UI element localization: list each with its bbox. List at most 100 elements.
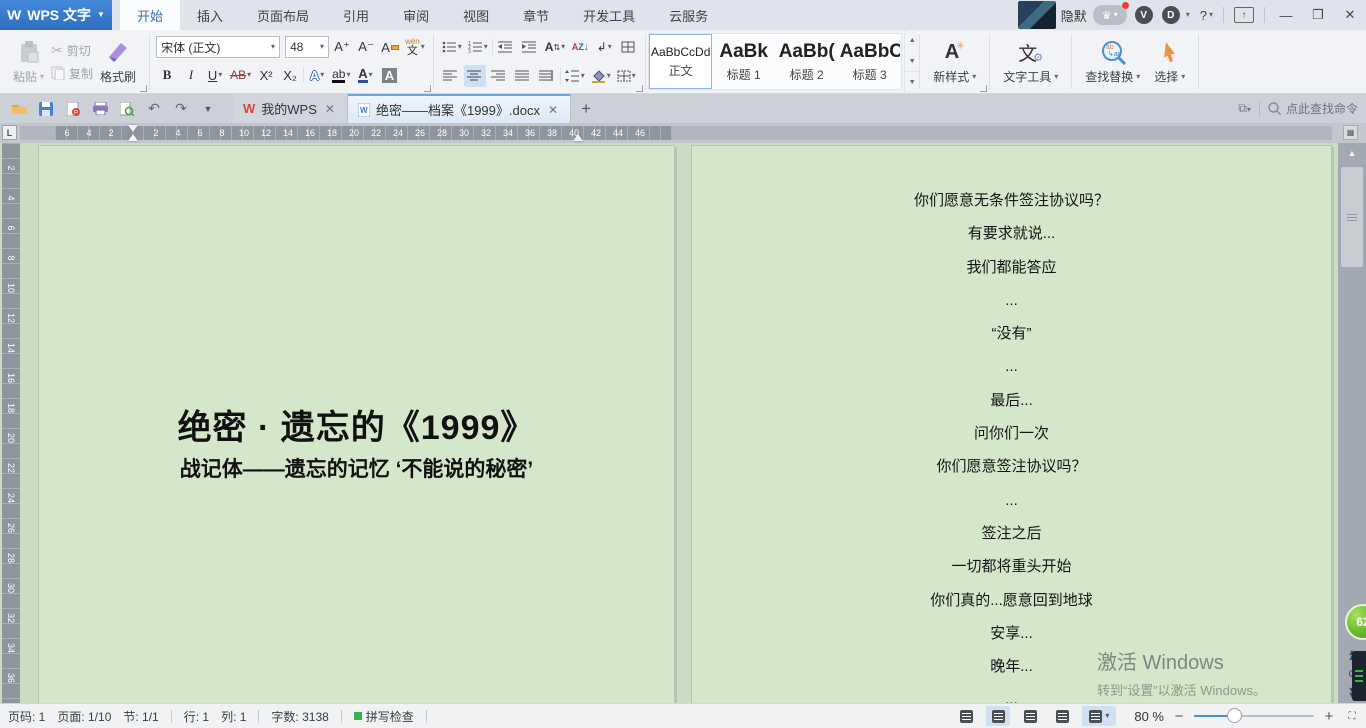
text-tool-button[interactable]: 文⚙ 文字工具▾ <box>996 36 1065 87</box>
numbered-list-button[interactable]: 123▾ <box>466 36 490 58</box>
close-icon[interactable]: ✕ <box>546 103 560 117</box>
phonetic-guide-button[interactable]: wén文▾ <box>403 36 427 58</box>
export-pdf-icon[interactable]: P <box>64 99 82 119</box>
vip-icon[interactable]: V <box>1135 6 1153 24</box>
styles-scroll-up[interactable]: ▲ <box>905 30 919 51</box>
minimize-button[interactable]: — <box>1270 0 1302 30</box>
ribbon-tab-8[interactable]: 云服务 <box>652 0 725 30</box>
new-tab-button[interactable]: + <box>571 94 601 123</box>
shading-bucket-button[interactable]: ▾ <box>589 65 613 87</box>
style-card-2[interactable]: AaBb(标题 2 <box>775 34 838 89</box>
cut-button[interactable]: ✂剪切 <box>51 42 93 59</box>
document-page-1[interactable]: 绝密 · 遗忘的《1999》 战记体——遗忘的记忆 ‘不能说的秘密’ <box>38 145 675 703</box>
style-card-1[interactable]: AaBk标题 1 <box>712 34 775 89</box>
zoom-in-button[interactable]: + <box>1322 708 1336 725</box>
style-card-0[interactable]: AaBbCcDd正文 <box>649 34 712 89</box>
find-replace-button[interactable]: ab↳ac 查找替换▾ <box>1078 36 1147 87</box>
view-mode-full-button[interactable] <box>954 706 978 726</box>
save-icon[interactable] <box>37 99 55 119</box>
open-folder-icon[interactable] <box>10 99 28 119</box>
line-spacing-button[interactable]: ▾ <box>563 65 587 87</box>
docer-button[interactable]: D▾ <box>1157 6 1195 24</box>
spell-check-status[interactable]: 拼写检查 <box>354 708 414 725</box>
styles-dialog-launcher[interactable] <box>980 85 987 92</box>
font-family-select[interactable]: 宋体 (正文)▾ <box>156 36 280 58</box>
new-style-button[interactable]: A✳ 新样式▾ <box>926 36 983 87</box>
close-icon[interactable]: ✕ <box>323 102 337 116</box>
font-dialog-launcher[interactable] <box>424 85 431 92</box>
zoom-slider[interactable] <box>1194 715 1314 717</box>
text-scale-button[interactable]: A⇅▾ <box>543 36 567 58</box>
bullet-list-button[interactable]: ▾ <box>440 36 464 58</box>
ribbon-tab-0[interactable]: 开始 <box>120 0 180 30</box>
horizontal-ruler[interactable]: L ▦ 642246810121416182022242628303234363… <box>0 123 1366 143</box>
copy-button[interactable]: 复制 <box>51 65 93 82</box>
ruler-toggle-icon[interactable]: ▦ <box>1343 125 1358 140</box>
doc-tab-home[interactable]: W 我的WPS ✕ <box>233 94 348 123</box>
share-screen-button[interactable]: ↑ <box>1229 7 1259 23</box>
style-card-3[interactable]: AaBbC标题 3 <box>838 34 901 89</box>
paragraph-dialog-launcher[interactable] <box>636 85 643 92</box>
hanging-indent-marker[interactable] <box>128 134 138 141</box>
ribbon-tab-1[interactable]: 插入 <box>180 0 240 30</box>
clear-format-button[interactable]: A <box>379 36 401 58</box>
bold-button[interactable]: B <box>156 64 178 86</box>
vertical-ruler[interactable]: 24681012141618202224262830323436 <box>2 143 20 703</box>
borders-button[interactable]: ▾ <box>615 65 638 87</box>
styles-scroll-down[interactable]: ▼ <box>905 51 919 72</box>
print-preview-icon[interactable] <box>118 99 136 119</box>
ribbon-tab-2[interactable]: 页面布局 <box>240 0 326 30</box>
ribbon-tab-7[interactable]: 开发工具 <box>566 0 652 30</box>
wps-menu-button[interactable]: W WPS 文字 ▼ <box>0 0 112 30</box>
view-mode-read-button[interactable] <box>1050 706 1074 726</box>
format-painter-button[interactable]: 格式刷 <box>93 36 143 87</box>
document-page-2[interactable]: 你们愿意无条件签注协议吗？有要求就说...我们都能答应...“没有”...最后.… <box>691 145 1332 703</box>
align-left-button[interactable] <box>440 65 462 87</box>
italic-button[interactable]: I <box>180 64 202 86</box>
font-size-select[interactable]: 48▾ <box>285 36 329 58</box>
zoom-slider-knob[interactable] <box>1227 708 1242 723</box>
scrollbar-thumb[interactable] <box>1341 167 1363 267</box>
paste-button[interactable]: 粘贴▾ <box>6 36 51 87</box>
view-mode-page-button[interactable] <box>986 706 1010 726</box>
scroll-up-arrow[interactable]: ▲ <box>1338 145 1366 161</box>
increase-indent-button[interactable] <box>519 36 541 58</box>
strikethrough-button[interactable]: AB▾ <box>228 64 253 86</box>
undo-icon[interactable]: ↶ <box>145 99 163 119</box>
align-center-button[interactable] <box>464 65 486 87</box>
view-mode-outline-button[interactable] <box>1018 706 1042 726</box>
character-shading-button[interactable]: A <box>378 64 400 86</box>
tab-selector[interactable]: L <box>2 125 17 140</box>
first-line-indent-marker[interactable] <box>128 125 138 132</box>
member-crown-icon[interactable]: ♛▾ <box>1093 5 1127 25</box>
find-command-box[interactable]: 点此查找命令 <box>1268 100 1358 117</box>
shrink-font-button[interactable]: A⁻ <box>355 36 377 58</box>
highlight-button[interactable]: ab▾ <box>330 64 352 86</box>
print-icon[interactable] <box>91 99 109 119</box>
styles-more-button[interactable]: ▼ <box>905 71 919 93</box>
ribbon-tab-5[interactable]: 视图 <box>446 0 506 30</box>
justify-button[interactable] <box>512 65 534 87</box>
multi-window-icon[interactable]: ⧉▾ <box>1238 101 1251 116</box>
ribbon-tab-4[interactable]: 审阅 <box>386 0 446 30</box>
decrease-indent-button[interactable] <box>495 36 517 58</box>
ribbon-tab-3[interactable]: 引用 <box>326 0 386 30</box>
font-color-button[interactable]: A▾ <box>354 64 376 86</box>
sort-button[interactable]: AZ↓ <box>569 36 591 58</box>
zoom-out-button[interactable]: − <box>1172 708 1186 725</box>
status-word-count[interactable]: 字数: 3138 <box>271 708 328 725</box>
fit-page-button[interactable]: ⛶ <box>1344 708 1360 724</box>
select-button[interactable]: 选择▾ <box>1147 36 1192 87</box>
subscript-button[interactable]: X₂ <box>279 64 301 86</box>
toolbar-options-icon[interactable]: ▼ <box>199 99 217 119</box>
redo-icon[interactable]: ↷ <box>172 99 190 119</box>
distribute-button[interactable] <box>536 65 558 87</box>
show-marks-button[interactable]: ↲▾ <box>593 36 615 58</box>
close-button[interactable]: ✕ <box>1334 0 1366 30</box>
help-button[interactable]: ?▾ <box>1195 8 1218 23</box>
superscript-button[interactable]: X² <box>255 64 277 86</box>
clipboard-dialog-launcher[interactable] <box>140 85 147 92</box>
tab-grid-button[interactable] <box>617 36 639 58</box>
text-effects-button[interactable]: A▾ <box>306 64 328 86</box>
restore-button[interactable]: ❐ <box>1302 0 1334 30</box>
